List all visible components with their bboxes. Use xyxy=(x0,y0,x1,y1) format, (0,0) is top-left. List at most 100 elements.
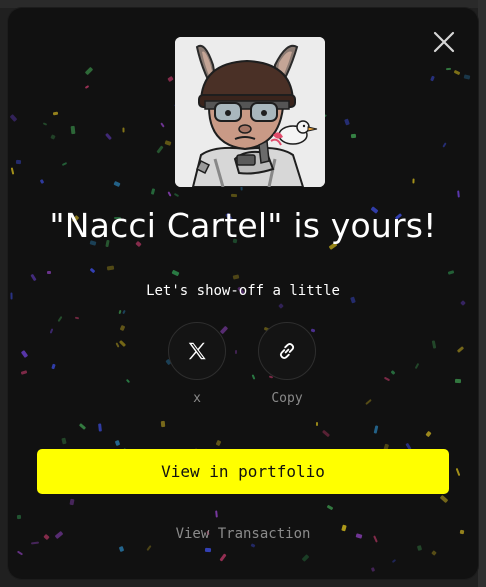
confetti-piece xyxy=(10,167,15,175)
confetti-piece xyxy=(61,162,68,166)
confetti-piece xyxy=(52,111,59,116)
confetti-piece xyxy=(447,270,455,275)
confetti-piece xyxy=(430,75,435,82)
confetti-piece xyxy=(160,420,166,428)
confetti-piece xyxy=(230,193,238,198)
confetti-piece xyxy=(173,192,180,198)
confetti-piece xyxy=(463,74,471,80)
confetti-piece xyxy=(431,550,437,556)
close-icon xyxy=(433,31,455,53)
nft-artwork xyxy=(175,37,325,187)
confetti-piece xyxy=(69,498,75,506)
confetti-piece xyxy=(46,270,52,275)
confetti-piece xyxy=(414,362,420,370)
confetti-piece xyxy=(460,300,466,306)
share-x-button[interactable] xyxy=(168,322,226,380)
confetti-piece xyxy=(316,422,318,426)
confetti-piece xyxy=(74,316,80,320)
confetti-piece xyxy=(455,467,461,477)
confetti-piece xyxy=(442,142,447,148)
confetti-piece xyxy=(16,514,22,520)
confetti-piece xyxy=(51,363,56,370)
confetti-piece xyxy=(20,370,28,375)
confetti-piece xyxy=(390,370,396,375)
confetti-piece xyxy=(61,437,67,445)
confetti-piece xyxy=(204,547,212,553)
confetti-piece xyxy=(310,328,316,333)
confetti-piece xyxy=(105,132,112,141)
confetti-piece xyxy=(457,190,460,198)
confetti-piece xyxy=(365,398,372,406)
confetti-piece xyxy=(9,114,18,122)
confetti-piece xyxy=(219,325,229,335)
confetti-piece xyxy=(146,545,152,551)
confetti-piece xyxy=(156,145,164,154)
close-button[interactable] xyxy=(432,30,456,54)
confetti-piece xyxy=(344,118,350,126)
confetti-piece xyxy=(114,439,121,447)
confetti-piece xyxy=(113,180,121,188)
confetti-piece xyxy=(370,567,376,572)
confetti-piece xyxy=(412,178,415,184)
confetti-piece xyxy=(232,274,240,280)
confetti-piece xyxy=(454,378,462,384)
confetti-piece xyxy=(326,504,334,511)
confetti-piece xyxy=(125,378,131,384)
x-logo-icon xyxy=(188,342,206,360)
confetti-piece xyxy=(118,545,125,553)
confetti-piece xyxy=(439,494,449,504)
confetti-piece xyxy=(150,188,156,195)
confetti-piece xyxy=(20,349,29,359)
confetti-piece xyxy=(171,269,180,277)
confetti-piece xyxy=(39,179,45,184)
confetti-piece xyxy=(456,346,465,353)
success-modal: "Nacci Cartel" is yours! Let's show-off … xyxy=(8,8,478,579)
confetti-piece xyxy=(453,69,461,76)
nft-character-illustration xyxy=(175,37,325,187)
confetti-piece xyxy=(118,309,122,315)
confetti-piece xyxy=(383,376,391,382)
confetti-piece xyxy=(30,273,37,282)
confetti-piece xyxy=(15,159,22,165)
confetti-piece xyxy=(350,133,357,139)
link-icon xyxy=(279,342,295,360)
confetti-piece xyxy=(118,339,127,348)
confetti-piece xyxy=(42,122,48,126)
confetti-piece xyxy=(57,315,63,323)
backdrop-edge xyxy=(478,0,486,587)
confetti-piece xyxy=(98,423,102,432)
confetti-piece xyxy=(278,303,284,309)
confetti-piece xyxy=(167,75,174,83)
confetti-piece xyxy=(373,425,379,434)
confetti-piece xyxy=(215,510,218,518)
confetti-piece xyxy=(250,543,256,548)
confetti-piece xyxy=(115,342,120,348)
confetti-piece xyxy=(84,85,90,89)
confetti-piece xyxy=(416,545,423,551)
modal-subtitle: Let's show-off a little xyxy=(146,283,340,299)
confetti-piece xyxy=(391,558,397,564)
confetti-piece xyxy=(219,553,227,562)
confetti-piece xyxy=(321,429,331,438)
copy-link-label: Copy xyxy=(271,391,303,406)
modal-title: "Nacci Cartel" is yours! xyxy=(49,206,437,245)
confetti-piece xyxy=(167,191,172,197)
confetti-piece xyxy=(301,554,310,562)
view-transaction-link[interactable]: View Transaction xyxy=(8,526,478,542)
copy-link-button[interactable] xyxy=(258,322,316,380)
confetti-piece xyxy=(89,267,96,274)
confetti-piece xyxy=(119,324,126,332)
view-in-portfolio-button[interactable]: View in portfolio xyxy=(37,449,449,494)
confetti-piece xyxy=(16,550,24,556)
confetti-piece xyxy=(215,439,222,447)
confetti-piece xyxy=(425,430,432,438)
confetti-piece xyxy=(122,127,125,133)
confetti-piece xyxy=(70,125,76,135)
confetti-piece xyxy=(234,349,238,355)
confetti-piece xyxy=(251,374,256,380)
confetti-piece xyxy=(49,328,54,334)
confetti-piece xyxy=(445,67,452,71)
confetti-piece xyxy=(84,66,94,76)
confetti-piece xyxy=(431,340,437,349)
confetti-piece xyxy=(122,309,126,315)
